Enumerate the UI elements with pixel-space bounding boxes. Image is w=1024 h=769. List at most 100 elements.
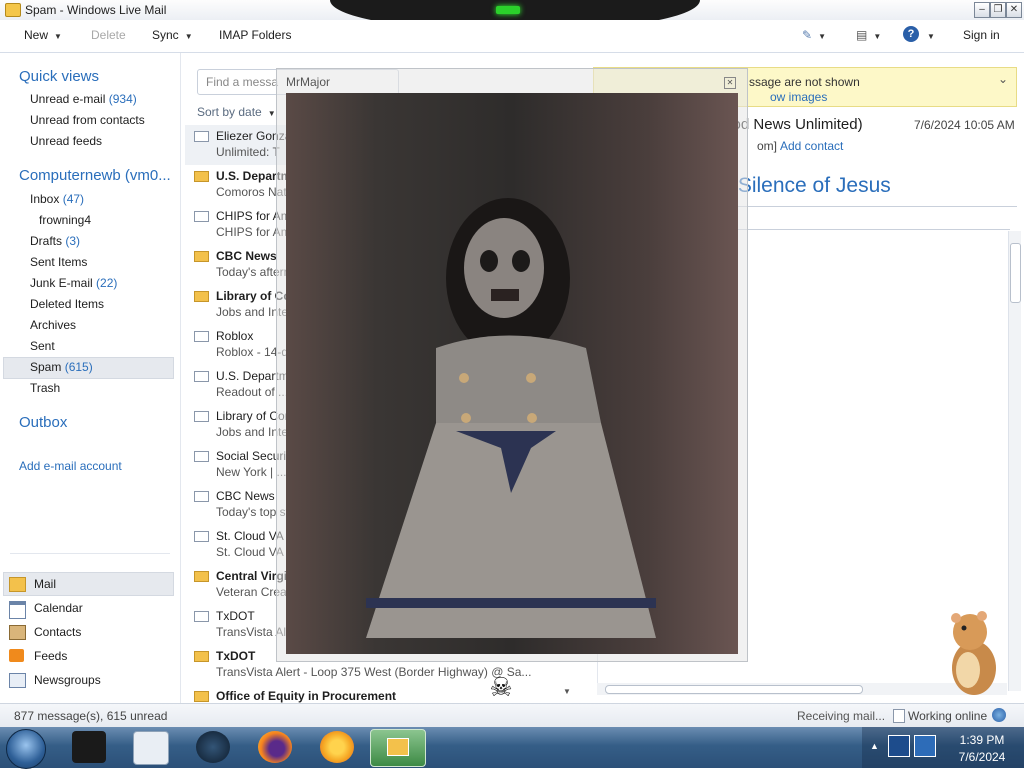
folder-inbox[interactable]: Inbox (47) (30, 192, 84, 206)
sign-in-button[interactable]: Sign in (963, 28, 1000, 42)
quick-view-unread-feeds[interactable]: Unread feeds (30, 134, 102, 148)
sender-address: om] (757, 139, 778, 153)
add-email-account-link[interactable]: Add e-mail account (19, 459, 122, 473)
nav-calendar[interactable]: Calendar (34, 601, 83, 615)
taskbar-media-player-icon[interactable] (133, 731, 169, 765)
nav-mail[interactable]: Mail (34, 577, 56, 591)
menu-icon[interactable]: ▤ ▼ (856, 28, 881, 42)
add-contact-link[interactable]: Add contact (780, 139, 843, 153)
window-title: Spam - Windows Live Mail (25, 3, 167, 17)
status-bar: 877 message(s), 615 unread Receiving mai… (0, 703, 1024, 728)
taskbar-windows-live-mail[interactable] (370, 729, 426, 767)
read-envelope-icon (194, 211, 209, 222)
folder-drafts[interactable]: Drafts (3) (30, 234, 80, 248)
search-placeholder: Find a messa (206, 75, 279, 89)
tray-network-icon[interactable] (888, 735, 910, 757)
mail-envelope-icon (387, 738, 409, 756)
message-subject-preview: TransVista Alert - Loop 375 West (Border… (216, 665, 532, 679)
image-viewer-window[interactable]: MrMajor ✕ (276, 68, 748, 662)
imap-folders-button[interactable]: IMAP Folders (219, 28, 291, 42)
viewer-title: MrMajor (286, 75, 330, 89)
read-envelope-icon (194, 531, 209, 542)
mail-icon (9, 577, 26, 592)
read-envelope-icon (194, 611, 209, 622)
photo (286, 93, 738, 654)
help-caret-icon[interactable]: ▼ (921, 28, 935, 42)
newsgroups-icon (9, 673, 26, 688)
read-envelope-icon (194, 451, 209, 462)
quick-view-unread-contacts[interactable]: Unread from contacts (30, 113, 145, 127)
unread-envelope-icon (194, 291, 209, 302)
taskbar: ▲ 1:39 PM 7/6/2024 (0, 727, 1024, 769)
tray-expand-icon[interactable]: ▲ (870, 741, 879, 751)
unread-envelope-icon (194, 691, 209, 702)
delete-button[interactable]: Delete (91, 28, 126, 42)
close-button[interactable]: ✕ (1006, 2, 1022, 18)
close-icon[interactable]: ✕ (724, 77, 736, 89)
skull-crossbones-icon: ☠ (489, 672, 513, 702)
taskbar-app-terminal-icon[interactable] (72, 731, 106, 763)
tray-volume-icon[interactable] (914, 735, 936, 757)
read-envelope-icon (194, 411, 209, 422)
clock-date[interactable]: 7/6/2024 (950, 750, 1014, 764)
message-subject-preview: Unlimited: T (216, 145, 280, 159)
scroll-down-icon[interactable]: ▼ (563, 687, 571, 696)
scrollbar-thumb[interactable] (1010, 243, 1021, 303)
folder-spam[interactable]: Spam (615) (30, 360, 93, 374)
unread-envelope-icon (194, 651, 209, 662)
blocked-images-notice: ssage are not shown (749, 75, 860, 89)
working-online-status[interactable]: Working online (908, 709, 987, 723)
unread-envelope-icon (194, 251, 209, 262)
unread-envelope-icon (194, 571, 209, 582)
nav-feeds[interactable]: Feeds (34, 649, 67, 663)
folder-frowning4[interactable]: frowning4 (39, 213, 91, 227)
message-count-status: 877 message(s), 615 unread (14, 709, 168, 723)
quick-views-heading[interactable]: Quick views (19, 68, 99, 85)
mail-app-icon (5, 3, 21, 17)
clock-time[interactable]: 1:39 PM (954, 733, 1010, 747)
sort-by-date-button[interactable]: Sort by date ▼ (197, 105, 276, 119)
doll-illustration (366, 198, 656, 638)
unread-email-count: (934) (108, 92, 137, 106)
quick-view-unread-email[interactable]: Unread e-mail (934) (30, 92, 137, 106)
nav-mail-selection[interactable] (3, 572, 174, 596)
folder-pane: Quick views Unread e-mail (934) Unread f… (0, 53, 181, 703)
message-sender: Office of Equity in Procurement (216, 689, 397, 703)
calendar-icon (9, 601, 26, 619)
message-sender: TxDOT (216, 649, 256, 663)
nav-newsgroups[interactable]: Newsgroups (34, 673, 101, 687)
folder-sent-items[interactable]: Sent Items (30, 255, 87, 269)
taskbar-globe-icon[interactable] (196, 731, 230, 763)
minimize-button[interactable]: – (974, 2, 990, 18)
taskbar-browser-icon[interactable] (320, 731, 354, 763)
toolbar: New ▼ Delete Sync ▼ IMAP Folders ✎ ▼ ▤ ▼ ? ▼… (0, 20, 1024, 53)
paint-brush-icon[interactable]: ✎ ▼ (802, 28, 826, 42)
help-icon[interactable]: ? (903, 26, 919, 42)
nav-contacts[interactable]: Contacts (34, 625, 81, 639)
drafts-count: (3) (65, 234, 81, 248)
folder-deleted-items[interactable]: Deleted Items (30, 297, 104, 311)
message-sender: CBC News (216, 249, 277, 263)
restore-button[interactable]: ❐ (990, 2, 1006, 18)
online-status-icon (893, 709, 905, 723)
folder-trash[interactable]: Trash (30, 381, 60, 395)
folder-junk[interactable]: Junk E-mail (22) (30, 276, 117, 290)
firefox-icon[interactable] (258, 731, 292, 763)
hamster-mascot[interactable] (940, 608, 1002, 696)
chevron-down-icon[interactable]: ⌄ (998, 72, 1008, 86)
inbox-count: (47) (62, 192, 85, 206)
start-button[interactable] (6, 729, 46, 769)
vertical-scrollbar[interactable] (1008, 231, 1021, 691)
folder-sent[interactable]: Sent (30, 339, 55, 353)
message-sender: CBC News (216, 489, 275, 503)
sync-button[interactable]: Sync ▼ (152, 28, 193, 42)
globe-icon (992, 708, 1006, 722)
new-button[interactable]: New ▼ (24, 28, 62, 42)
message-sender: TxDOT (216, 609, 255, 623)
folder-archives[interactable]: Archives (30, 318, 76, 332)
hscroll-thumb[interactable] (605, 685, 863, 694)
read-envelope-icon (194, 331, 209, 342)
account-heading[interactable]: Computernewb (vm0... (19, 167, 171, 184)
outbox-heading[interactable]: Outbox (19, 414, 67, 431)
show-images-link[interactable]: ow images (770, 90, 827, 104)
